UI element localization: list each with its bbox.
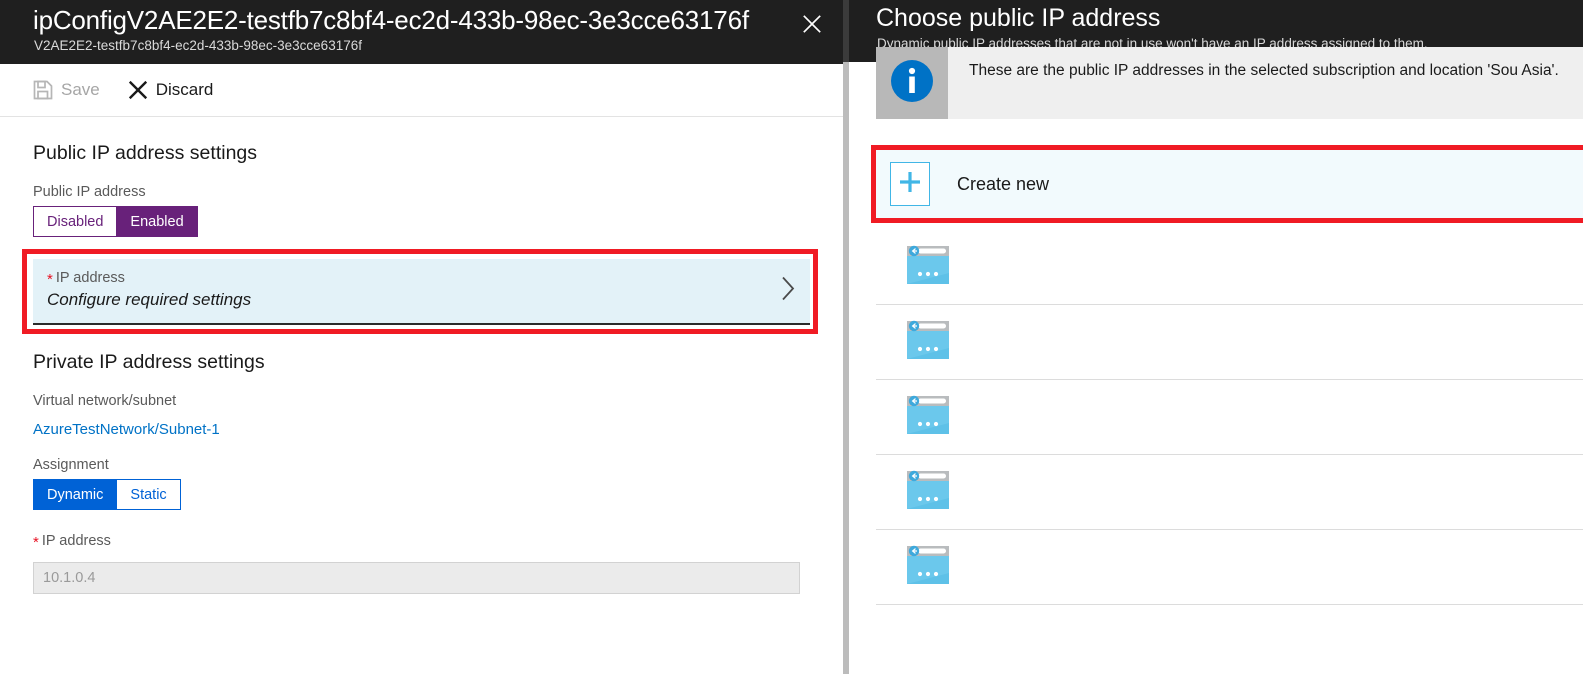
chevron-right-icon [780,276,796,307]
vnet-subnet-label: Virtual network/subnet [33,393,177,409]
ip-address-selector-label: IP address [47,269,796,286]
create-new-button[interactable]: Create new [876,150,1583,218]
blade-body: Public IP address settings Public IP add… [0,142,843,594]
info-icon-container [876,47,948,119]
assignment-option-dynamic[interactable]: Dynamic [33,479,117,510]
save-button-label: Save [61,80,100,99]
vnet-subnet-link[interactable]: AzureTestNetwork/Subnet-1 [33,421,810,438]
create-new-wrap: Create new [871,145,1583,223]
choose-public-ip-blade: Choose public IP address Dynamic public … [849,0,1583,674]
public-ip-toggle[interactable]: Disabled Enabled [33,206,198,237]
list-item[interactable] [876,230,1583,305]
discard-x-icon [128,80,148,100]
public-ip-list [876,230,1583,605]
create-new-label: Create new [957,173,1050,194]
plus-icon-box [890,162,930,206]
info-circle-icon [888,57,936,110]
azure-portal-screen: ipConfigV2AE2E2-testfb7c8bf4-ec2d-433b-9… [0,0,1583,674]
ip-address-selector-wrap: IP address Configure required settings [22,249,818,334]
save-disk-icon [33,80,53,100]
discard-button-label: Discard [155,80,214,99]
ip-address-selector-value: Configure required settings [47,290,252,309]
private-ip-address-label: IP address [33,532,810,549]
public-ip-icon [906,470,950,515]
public-ip-option-disabled[interactable]: Disabled [33,206,117,237]
private-ip-section-heading: Private IP address settings [33,351,265,373]
discard-button[interactable]: Discard [128,80,214,100]
assignment-toggle[interactable]: Dynamic Static [33,479,181,510]
blade-toolbar: Save Discard [0,64,843,117]
page-title: ipConfigV2AE2E2-testfb7c8bf4-ec2d-433b-9… [33,5,749,35]
page-subtitle: V2AE2E2-testfb7c8bf4-ec2d-433b-98ec-3e3c… [34,38,362,53]
close-button[interactable] [791,4,833,44]
public-ip-icon [906,245,950,290]
save-button[interactable]: Save [33,80,100,100]
public-ip-option-enabled[interactable]: Enabled [116,206,198,237]
blade-header: ipConfigV2AE2E2-testfb7c8bf4-ec2d-433b-9… [0,0,843,64]
public-ip-icon [906,320,950,365]
list-item[interactable] [876,530,1583,605]
plus-icon [898,170,922,199]
assignment-label: Assignment [33,457,109,473]
assignment-option-static[interactable]: Static [116,479,181,510]
close-icon [801,13,823,35]
choose-ip-title: Choose public IP address [876,4,1161,32]
public-ip-icon [906,545,950,590]
list-item[interactable] [876,305,1583,380]
public-ip-section-heading: Public IP address settings [33,142,258,164]
public-ip-icon [906,395,950,440]
info-banner-message: These are the public IP addresses in the… [969,62,1559,79]
private-ip-address-input[interactable] [33,562,800,594]
ip-config-blade: ipConfigV2AE2E2-testfb7c8bf4-ec2d-433b-9… [0,0,843,674]
info-banner: These are the public IP addresses in the… [876,47,1583,119]
list-item[interactable] [876,380,1583,455]
ip-address-selector[interactable]: IP address Configure required settings [33,259,810,325]
list-item[interactable] [876,455,1583,530]
public-ip-toggle-label: Public IP address [33,184,146,200]
